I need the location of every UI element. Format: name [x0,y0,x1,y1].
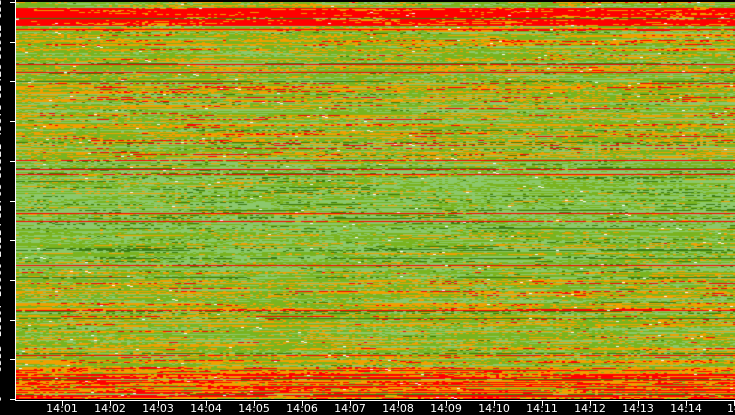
y-tick-label: 26214 [0,222,4,258]
y-tick-label: 13107 [0,302,4,338]
y-tick-label: 0 [0,379,4,415]
heatmap-chart: 0 6553 13107 19660 26214 32768 39321 45875 52428… [0,0,735,415]
x-tick-label: 14:14 [670,402,702,415]
y-tick [10,2,15,3]
y-tick [10,42,15,43]
x-axis-line [15,400,735,401]
y-tick-label: 45875 [0,103,4,139]
y-tick-label: 52428 [0,63,4,99]
y-tick-label: 65536 [0,0,4,20]
y-tick [10,280,15,281]
y-tick-label: 58982 [0,24,4,60]
x-tick-label: 14:01 [46,402,78,415]
y-tick [10,320,15,321]
y-tick-label: 6553 [0,345,4,373]
x-tick-label: 14:09 [430,402,462,415]
x-tick-label: 14:13 [622,402,654,415]
x-tick-label: 14:12 [574,402,606,415]
x-tick-label: 14:05 [238,402,270,415]
y-tick [10,359,15,360]
y-tick-label: 32768 [0,183,4,219]
y-tick-label: 39321 [0,143,4,179]
x-tick-label: 14:04 [190,402,222,415]
y-tick [10,81,15,82]
x-tick-label: 14:06 [286,402,318,415]
x-tick-label: 14:11 [526,402,558,415]
x-tick-label: 14:02 [94,402,126,415]
y-tick [10,121,15,122]
y-tick [10,201,15,202]
x-tick-label: 14:07 [334,402,366,415]
y-tick [10,161,15,162]
x-tick-label: 14:10 [478,402,510,415]
x-tick-label: 14:03 [142,402,174,415]
y-tick [10,399,15,400]
y-tick-label: 19660 [0,262,4,298]
x-tick-label: 14:08 [382,402,414,415]
y-axis-line [15,0,16,401]
y-tick [10,240,15,241]
x-tick-label: 14 [727,402,735,415]
heatmap-cells [16,2,735,399]
